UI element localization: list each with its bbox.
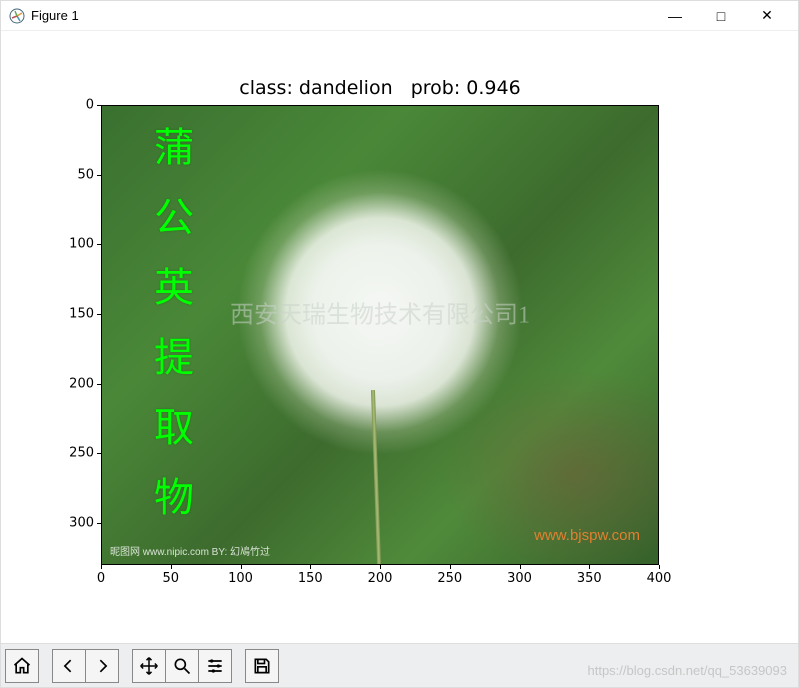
arrow-left-icon — [59, 656, 79, 676]
matplotlib-toolbar: https://blog.csdn.net/qq_53639093 — [1, 643, 798, 687]
back-button[interactable] — [52, 649, 86, 683]
stem — [371, 390, 381, 564]
xtick-label: 400 — [647, 571, 672, 586]
xtick-label: 150 — [298, 571, 323, 586]
ytick-label: 200 — [54, 376, 94, 391]
center-watermark: 西安天瑞生物技术有限公司1 — [230, 295, 530, 330]
pan-button[interactable] — [132, 649, 166, 683]
home-button[interactable] — [5, 649, 39, 683]
minimize-button[interactable]: — — [652, 1, 698, 31]
window-title: Figure 1 — [31, 8, 652, 23]
url-watermark: www.bjspw.com — [534, 527, 640, 544]
ytick-label: 150 — [54, 307, 94, 322]
image-display: 蒲公英提取物 西安天瑞生物技术有限公司1 www.bjspw.com 昵图网 w… — [101, 105, 659, 565]
cn-vertical-text: 蒲公英提取物 — [134, 126, 206, 546]
floppy-icon — [252, 656, 272, 676]
xtick-label: 200 — [368, 571, 393, 586]
ytick-label: 250 — [54, 446, 94, 461]
move-icon — [139, 656, 159, 676]
xtick-label: 0 — [97, 571, 105, 586]
xtick-label: 50 — [162, 571, 179, 586]
home-icon — [12, 656, 32, 676]
bottom-left-watermark: 昵图网 www.nipic.com BY: 幻鳰竹过 — [110, 543, 270, 558]
plot-title: class: dandelion prob: 0.946 — [101, 77, 659, 99]
csdn-watermark: https://blog.csdn.net/qq_53639093 — [588, 663, 788, 678]
sliders-icon — [205, 656, 225, 676]
ytick-label: 0 — [54, 98, 94, 113]
xtick-label: 250 — [437, 571, 462, 586]
titlebar: Figure 1 — □ ✕ — [1, 1, 798, 31]
xtick-label: 350 — [577, 571, 602, 586]
ytick-label: 50 — [54, 167, 94, 182]
axes: 蒲公英提取物 西安天瑞生物技术有限公司1 www.bjspw.com 昵图网 w… — [101, 105, 659, 565]
forward-button[interactable] — [85, 649, 119, 683]
close-button[interactable]: ✕ — [744, 1, 790, 31]
ytick-label: 300 — [54, 516, 94, 531]
matplotlib-icon — [9, 8, 25, 24]
zoom-button[interactable] — [165, 649, 199, 683]
ytick-label: 100 — [54, 237, 94, 252]
magnifier-icon — [172, 656, 192, 676]
xtick-label: 300 — [507, 571, 532, 586]
arrow-right-icon — [92, 656, 112, 676]
xtick-label: 100 — [228, 571, 253, 586]
plot-canvas: class: dandelion prob: 0.946 蒲公英提取物 西安天瑞… — [1, 31, 798, 643]
maximize-button[interactable]: □ — [698, 1, 744, 31]
save-button[interactable] — [245, 649, 279, 683]
configure-button[interactable] — [198, 649, 232, 683]
